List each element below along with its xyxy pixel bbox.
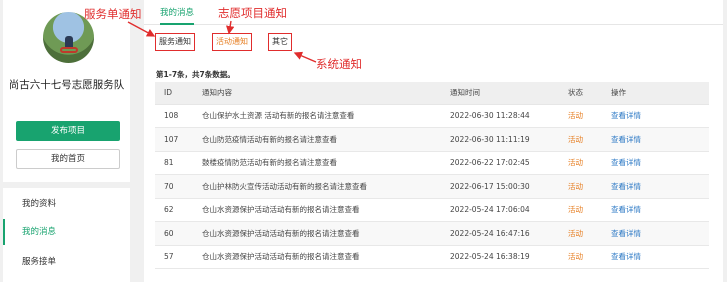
table-row: 62 仓山水资源保护活动活动有新的报名请注意查看 2022-05-24 17:06:… (155, 198, 709, 222)
my-homepage-button[interactable]: 我的首页 (16, 149, 120, 169)
view-details-link[interactable]: 查看详情 (602, 104, 709, 128)
tab-my-messages[interactable]: 我的消息 (160, 5, 195, 25)
cell-time: 2022-06-30 11:11:19 (441, 127, 559, 152)
profile-card: 尚古六十七号志愿服务队 发布项目 我的首页 (3, 0, 130, 182)
main-panel: 我的消息 服务通知 活动通知 其它 第1-7条，共7条数据。 ID 通知内容 通… (144, 0, 723, 282)
org-name: 尚古六十七号志愿服务队 (8, 79, 125, 91)
cell-content: 仓山护林防火宣传活动活动有新的报名请注意查看 (193, 174, 441, 199)
col-header-action: 操作 (602, 82, 709, 105)
cell-id: 70 (155, 174, 193, 199)
annotation-service-notice: 服务单通知 (84, 7, 142, 21)
view-details-link[interactable]: 查看详情 (602, 174, 709, 199)
cell-status: 活动 (559, 127, 602, 152)
table-row: 81 鼓楼疫情防范活动有新的报名请注意查看 2022-06-22 17:02:45 活… (155, 151, 709, 175)
cell-status: 活动 (559, 221, 602, 246)
table-row: 57 仓山水资源保护活动活动有新的报名请注意查看 2022-05-24 16:38:… (155, 245, 709, 269)
table-row: 60 仓山水资源保护活动活动有新的报名请注意查看 2022-05-24 16:47:… (155, 221, 709, 246)
col-header-content: 通知内容 (193, 82, 441, 105)
col-header-time: 通知时间 (441, 82, 559, 105)
tabs-divider (144, 24, 723, 25)
cell-status: 活动 (559, 151, 602, 175)
cell-id: 62 (155, 198, 193, 222)
sidebar-menu: 我的资料 我的消息 服务接单 (3, 188, 130, 282)
cell-time: 2022-05-24 17:06:04 (441, 198, 559, 222)
filter-service-notice[interactable]: 服务通知 (155, 33, 195, 51)
view-details-link[interactable]: 查看详情 (602, 127, 709, 152)
cell-time: 2022-06-22 17:02:45 (441, 151, 559, 175)
sidebar-item-service-orders[interactable]: 服务接单 (3, 249, 130, 275)
table-row: 70 仓山护林防火宣传活动活动有新的报名请注意查看 2022-06-17 15:00… (155, 174, 709, 199)
col-header-status: 状态 (559, 82, 602, 105)
cell-id: 108 (155, 104, 193, 128)
cell-id: 60 (155, 221, 193, 246)
cell-content: 鼓楼疫情防范活动有新的报名请注意查看 (193, 151, 441, 175)
view-details-link[interactable]: 查看详情 (602, 221, 709, 246)
notification-table: ID 通知内容 通知时间 状态 操作 108 仓山保护水土资源 活动有新的报名请注… (155, 82, 709, 269)
col-header-id: ID (155, 82, 193, 105)
table-row: 108 仓山保护水土资源 活动有新的报名请注意查看 2022-06-30 11:28… (155, 104, 709, 128)
cell-content: 仓山保护水土资源 活动有新的报名请注意查看 (193, 104, 441, 128)
view-details-link[interactable]: 查看详情 (602, 198, 709, 222)
cell-time: 2022-06-30 11:28:44 (441, 104, 559, 128)
cell-content: 仓山水资源保护活动活动有新的报名请注意查看 (193, 245, 441, 269)
annotation-volunteer-notice: 志愿项目通知 (218, 6, 287, 20)
cell-id: 57 (155, 245, 193, 269)
cell-content: 仓山防范疫情活动有新的报名请注意查看 (193, 127, 441, 152)
cell-time: 2022-05-24 16:38:19 (441, 245, 559, 269)
view-details-link[interactable]: 查看详情 (602, 151, 709, 175)
cell-content: 仓山水资源保护活动活动有新的报名请注意查看 (193, 198, 441, 222)
cell-status: 活动 (559, 198, 602, 222)
cell-status: 活动 (559, 174, 602, 199)
avatar-bike (60, 47, 78, 53)
table-header-row: ID 通知内容 通知时间 状态 操作 (155, 82, 709, 105)
cell-status: 活动 (559, 245, 602, 269)
cell-time: 2022-06-17 15:00:30 (441, 174, 559, 199)
filter-other-notice[interactable]: 其它 (268, 33, 292, 51)
filter-activity-notice[interactable]: 活动通知 (212, 33, 252, 51)
publish-project-button[interactable]: 发布项目 (16, 121, 120, 141)
cell-time: 2022-05-24 16:47:16 (441, 221, 559, 246)
cell-id: 107 (155, 127, 193, 152)
cell-content: 仓山水资源保护活动活动有新的报名请注意查看 (193, 221, 441, 246)
sidebar-item-messages[interactable]: 我的消息 (3, 219, 130, 245)
cell-id: 81 (155, 151, 193, 175)
record-summary: 第1-7条，共7条数据。 (156, 70, 235, 79)
view-details-link[interactable]: 查看详情 (602, 245, 709, 269)
annotation-system-notice: 系统通知 (316, 57, 362, 71)
table-row: 107 仓山防范疫情活动有新的报名请注意查看 2022-06-30 11:11:19… (155, 127, 709, 152)
sidebar-item-profile[interactable]: 我的资料 (3, 191, 130, 217)
page: 尚古六十七号志愿服务队 发布项目 我的首页 我的资料 我的消息 服务接单 我的消… (0, 0, 727, 282)
cell-status: 活动 (559, 104, 602, 128)
